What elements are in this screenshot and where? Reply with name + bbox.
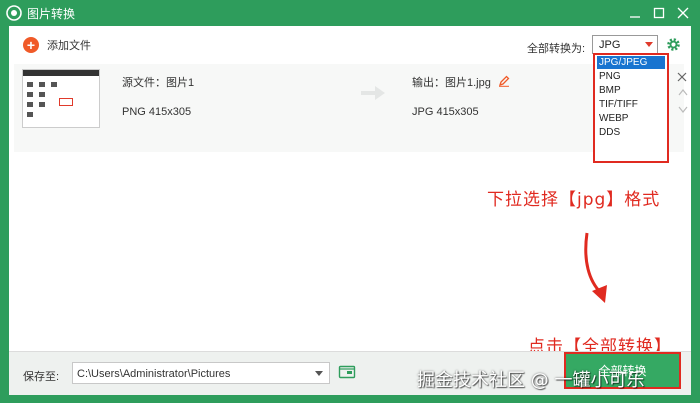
- toolbar: + 添加文件 全部转换为: JPG: [9, 26, 691, 64]
- bottom-bar: 保存至: C:\Users\Administrator\Pictures 全部转…: [9, 351, 691, 395]
- pencil-icon[interactable]: [498, 75, 510, 87]
- down-arrow-annotation-icon: [584, 232, 607, 303]
- close-icon[interactable]: [677, 72, 687, 82]
- add-file-button[interactable]: + 添加文件: [23, 35, 91, 55]
- format-option-bmp[interactable]: BMP: [597, 84, 665, 97]
- save-path-select[interactable]: C:\Users\Administrator\Pictures: [72, 362, 330, 384]
- output-file-name: 输出：图片1.jpg: [412, 77, 491, 89]
- file-row[interactable]: 源文件：图片1 PNG 415x305 输出：图片1.jpg JPG 415x3…: [14, 64, 688, 152]
- close-icon: [677, 7, 689, 19]
- convert-all-label: 全部转换为:: [527, 43, 586, 55]
- format-option-png[interactable]: PNG: [597, 70, 665, 83]
- file-thumbnail: [22, 69, 100, 128]
- close-button[interactable]: [674, 4, 692, 22]
- format-option-tif[interactable]: TIF/TIFF: [597, 98, 665, 111]
- maximize-button[interactable]: [650, 4, 668, 22]
- source-file-info: PNG 415x305: [122, 106, 192, 118]
- main-panel: + 添加文件 全部转换为: JPG 源文件：图片1 PNG 415x305 输出…: [9, 26, 691, 395]
- minimize-button[interactable]: [626, 4, 644, 22]
- plus-icon: +: [23, 37, 39, 53]
- convert-all-button-label: 全部转换: [598, 364, 647, 378]
- title-bar: 图片转换: [0, 0, 700, 26]
- dropdown-hint-annotation: 下拉选择【jpg】格式: [487, 190, 661, 210]
- output-file-info: JPG 415x305: [412, 106, 479, 118]
- add-file-label: 添加文件: [47, 40, 91, 52]
- minimize-icon: [630, 16, 640, 18]
- maximize-icon: [653, 7, 665, 19]
- format-select[interactable]: JPG: [592, 35, 658, 54]
- format-option-jpg[interactable]: JPG/JPEG: [597, 56, 665, 69]
- arrow-right-icon: [361, 86, 385, 100]
- format-dropdown-list: JPG/JPEG PNG BMP TIF/TIFF WEBP DDS: [593, 53, 669, 163]
- format-select-value: JPG: [599, 39, 621, 51]
- reorder-arrows-icon[interactable]: [678, 86, 688, 116]
- window-title: 图片转换: [27, 7, 76, 21]
- format-option-dds[interactable]: DDS: [597, 126, 665, 139]
- save-path-value: C:\Users\Administrator\Pictures: [77, 368, 231, 380]
- gear-icon[interactable]: [666, 37, 681, 52]
- source-file-name: 源文件：图片1: [122, 77, 195, 89]
- folder-icon[interactable]: [338, 363, 356, 381]
- chevron-down-icon: [645, 42, 653, 47]
- camera-eye-icon: [6, 5, 22, 21]
- chevron-down-icon: [315, 371, 323, 376]
- format-option-webp[interactable]: WEBP: [597, 112, 665, 125]
- save-to-label: 保存至:: [23, 371, 60, 383]
